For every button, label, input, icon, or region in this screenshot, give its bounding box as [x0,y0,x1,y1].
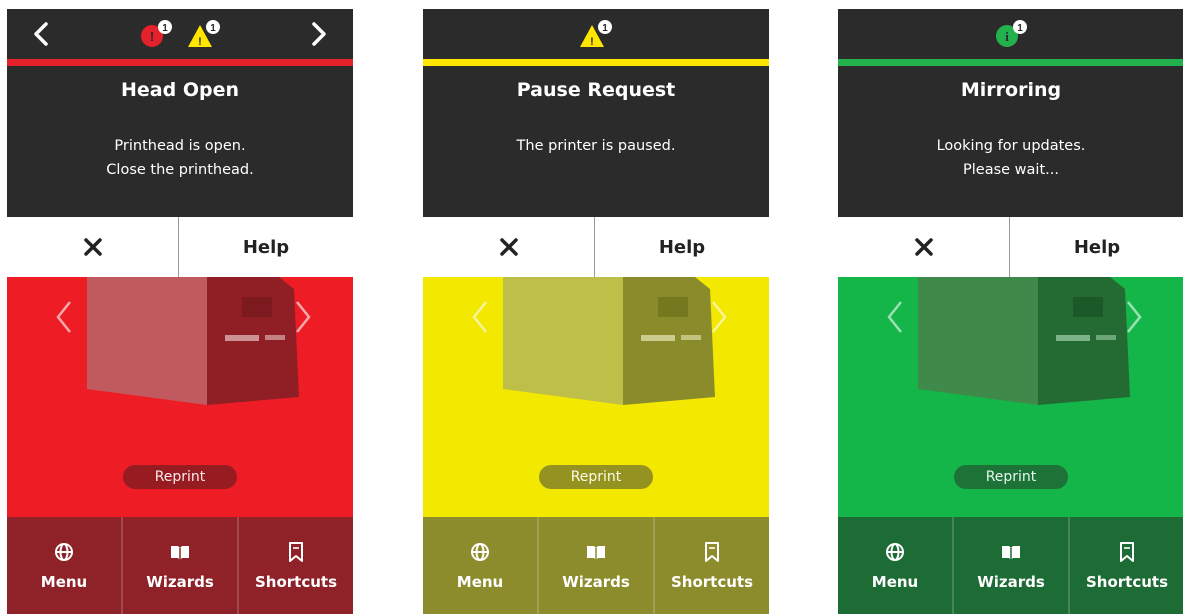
printer-carousel: Reprint [423,277,769,517]
help-button[interactable]: Help [595,217,769,277]
wizards-button[interactable]: Wizards [123,517,239,614]
open-book-icon [587,545,605,560]
error-alert-icon[interactable]: ! 1 [138,19,174,49]
alert-title: Pause Request [516,79,676,101]
alert-title: Head Open [121,79,239,101]
status-icons: i 1 [838,19,1183,49]
svg-text:1: 1 [210,23,216,34]
alert-action-bar: Help [423,217,769,278]
status-icons: ! 1 ! 1 [7,19,353,49]
alert-message: The printer is paused. [423,134,769,158]
carousel-next-arrow-icon[interactable] [291,297,315,337]
bookmark-icon [1120,541,1134,562]
printer-carousel: Reprint [838,277,1183,517]
globe-icon [886,542,904,561]
svg-text:1: 1 [1017,23,1023,34]
svg-text:!: ! [198,36,202,48]
dismiss-button[interactable] [838,217,1010,277]
shortcuts-button[interactable]: Shortcuts [1070,517,1183,614]
warning-alert-icon[interactable]: ! 1 [578,19,614,49]
info-alert-icon[interactable]: i 1 [993,19,1029,49]
close-icon [914,238,933,256]
shortcuts-button[interactable]: Shortcuts [655,517,769,614]
wizards-label: Wizards [146,572,214,591]
bottom-nav: Menu Wizards Shortcuts [423,517,769,614]
carousel-next-arrow-icon[interactable] [707,297,731,337]
printer-screen-head-open: ! 1 ! 1 Head Open Printhead is open. Clo… [7,9,353,614]
wizards-button[interactable]: Wizards [954,517,1070,614]
bottom-nav: Menu Wizards Shortcuts [7,517,353,614]
menu-button[interactable]: Menu [7,517,123,614]
bookmark-icon [705,541,719,562]
menu-label: Menu [871,572,919,591]
menu-button[interactable]: Menu [838,517,954,614]
close-icon [499,238,518,256]
shortcuts-label: Shortcuts [254,572,338,591]
svg-text:!: ! [590,36,594,48]
wizards-button[interactable]: Wizards [539,517,655,614]
dismiss-button[interactable] [423,217,595,277]
alert-message: Looking for updates. Please wait... [838,134,1183,182]
alert-action-bar: Help [838,217,1183,278]
status-accent-bar [7,59,353,66]
carousel-prev-arrow-icon[interactable] [468,297,492,337]
reprint-button[interactable]: Reprint [954,465,1068,489]
printer-carousel: Reprint [7,277,353,517]
alert-header: i 1 Mirroring Looking for updates. Pleas… [838,9,1183,217]
bottom-nav: Menu Wizards Shortcuts [838,517,1183,614]
alert-header: ! 1 Pause Request The printer is paused. [423,9,769,217]
alert-message-line-2: Close the printhead. [106,162,254,178]
help-button[interactable]: Help [179,217,353,277]
open-book-icon [171,545,189,560]
carousel-prev-arrow-icon[interactable] [883,297,907,337]
menu-button[interactable]: Menu [423,517,539,614]
shortcuts-label: Shortcuts [1085,572,1169,591]
globe-icon [471,542,489,561]
shortcuts-label: Shortcuts [670,572,754,591]
carousel-prev-arrow-icon[interactable] [52,297,76,337]
alert-header: ! 1 ! 1 Head Open Printhead is open. Clo… [7,9,353,217]
alert-title: Mirroring [960,79,1062,101]
alert-message-line-1: Printhead is open. [114,138,246,154]
svg-text:!: ! [150,29,154,44]
alert-message-line-1: The printer is paused. [516,138,676,154]
svg-text:1: 1 [162,23,168,34]
status-accent-bar [423,59,769,66]
alert-topbar: i 1 [838,9,1183,59]
close-icon [83,238,102,256]
dismiss-button[interactable] [7,217,179,277]
warning-alert-icon[interactable]: ! 1 [186,19,222,49]
printer-screen-pause-request: ! 1 Pause Request The printer is paused.… [423,9,769,614]
menu-label: Menu [40,572,88,591]
next-alert-arrow-icon[interactable] [303,19,333,49]
printer-screen-mirroring: i 1 Mirroring Looking for updates. Pleas… [838,9,1183,614]
globe-icon [55,542,73,561]
alert-topbar: ! 1 [423,9,769,59]
alert-topbar: ! 1 ! 1 [7,9,353,59]
help-button[interactable]: Help [1010,217,1183,277]
alert-message-line-1: Looking for updates. [936,138,1086,154]
menu-label: Menu [456,572,504,591]
bookmark-icon [289,541,303,562]
status-accent-bar [838,59,1183,66]
wizards-label: Wizards [562,572,630,591]
alert-message-line-2: Please wait... [963,162,1059,178]
alert-message: Printhead is open. Close the printhead. [7,134,353,182]
open-book-icon [1002,545,1020,560]
reprint-button[interactable]: Reprint [539,465,653,489]
shortcuts-button[interactable]: Shortcuts [239,517,353,614]
reprint-button[interactable]: Reprint [123,465,237,489]
carousel-next-arrow-icon[interactable] [1122,297,1146,337]
wizards-label: Wizards [977,572,1045,591]
svg-text:i: i [1005,29,1009,44]
svg-text:1: 1 [602,23,608,34]
status-icons: ! 1 [423,19,769,49]
alert-action-bar: Help [7,217,353,278]
